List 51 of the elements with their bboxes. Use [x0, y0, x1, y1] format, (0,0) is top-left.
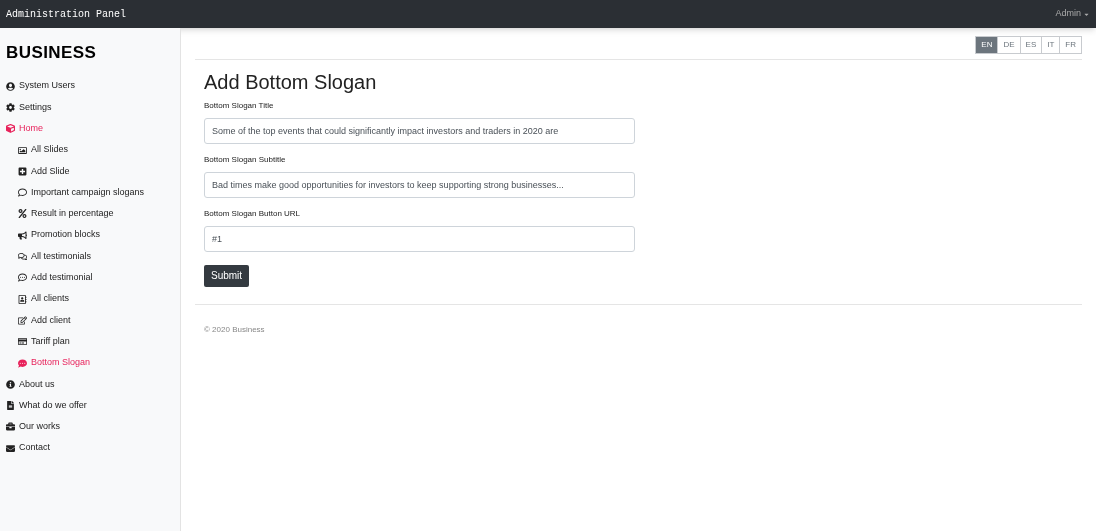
speech-bubble-icon [18, 358, 27, 368]
sidebar-item[interactable]: System Users [6, 75, 174, 97]
info-icon [6, 379, 15, 389]
sidebar-item[interactable]: About us [6, 373, 174, 395]
app-title: Administration Panel [6, 7, 127, 22]
sidebar-item[interactable]: All Slides [6, 139, 174, 161]
megaphone-icon [18, 230, 27, 240]
sidebar-item[interactable]: All clients [6, 288, 174, 310]
input-field[interactable]: Bad times make good opportunities for investors to keep supporting strong businesses... [204, 172, 635, 198]
user-menu[interactable]: Admin [1055, 7, 1090, 21]
input-field[interactable]: Some of the top events that could significantly impact investors and traders in 2020 are [204, 118, 635, 144]
brand-logo: BUSINESS [6, 42, 98, 64]
speech-bubble-icon [18, 273, 27, 283]
percent-icon [18, 209, 27, 219]
language-button[interactable]: IT [1041, 36, 1061, 54]
speech-bubble-icon [18, 188, 27, 198]
briefcase-icon [6, 422, 15, 432]
envelope-icon [6, 443, 15, 453]
sidebar-item[interactable]: Add testimonial [6, 267, 174, 289]
sidebar-item[interactable]: Contact [6, 437, 174, 459]
input-field[interactable]: #1 [204, 226, 635, 252]
field-label: Bottom Slogan Subtitle [204, 154, 287, 166]
sidebar-item[interactable]: Result in percentage [6, 203, 174, 225]
language-button[interactable]: EN [975, 36, 999, 54]
user-icon [6, 81, 15, 91]
document-icon [6, 401, 15, 411]
sidebar-item[interactable]: Bottom Slogan [6, 352, 174, 374]
speech-bubbles-icon [18, 252, 27, 261]
sidebar-item[interactable]: Home [6, 118, 174, 140]
sidebar-item[interactable]: All testimonials [6, 245, 174, 268]
language-button[interactable]: FR [1059, 36, 1082, 54]
credit-card-icon [18, 337, 27, 347]
sidebar-item[interactable]: Important campaign slogans [6, 182, 174, 204]
sidebar-item[interactable]: Our works [6, 416, 174, 438]
submit-button[interactable]: Submit [204, 264, 250, 287]
image-icon [18, 145, 27, 155]
sidebar-item[interactable]: Settings [6, 96, 174, 119]
edit-icon [18, 315, 27, 325]
footer-text: © 2020 Business [204, 324, 265, 334]
page-heading: Add Bottom Slogan [204, 70, 378, 94]
sidebar-item[interactable]: Add client [6, 309, 174, 332]
sidebar-item[interactable]: Promotion blocks [6, 224, 174, 246]
sidebar-item[interactable]: Add Slide [6, 160, 174, 182]
field-label: Bottom Slogan Button URL [204, 208, 302, 220]
language-button[interactable]: DE [997, 36, 1021, 54]
sidebar-item[interactable]: Tariff plan [6, 331, 174, 353]
gear-icon [6, 102, 15, 112]
contact-card-icon [18, 294, 27, 304]
field-label: Bottom Slogan Title [204, 100, 275, 112]
sidebar-item[interactable]: What do we offer [6, 394, 174, 417]
cube-icon [6, 124, 15, 134]
